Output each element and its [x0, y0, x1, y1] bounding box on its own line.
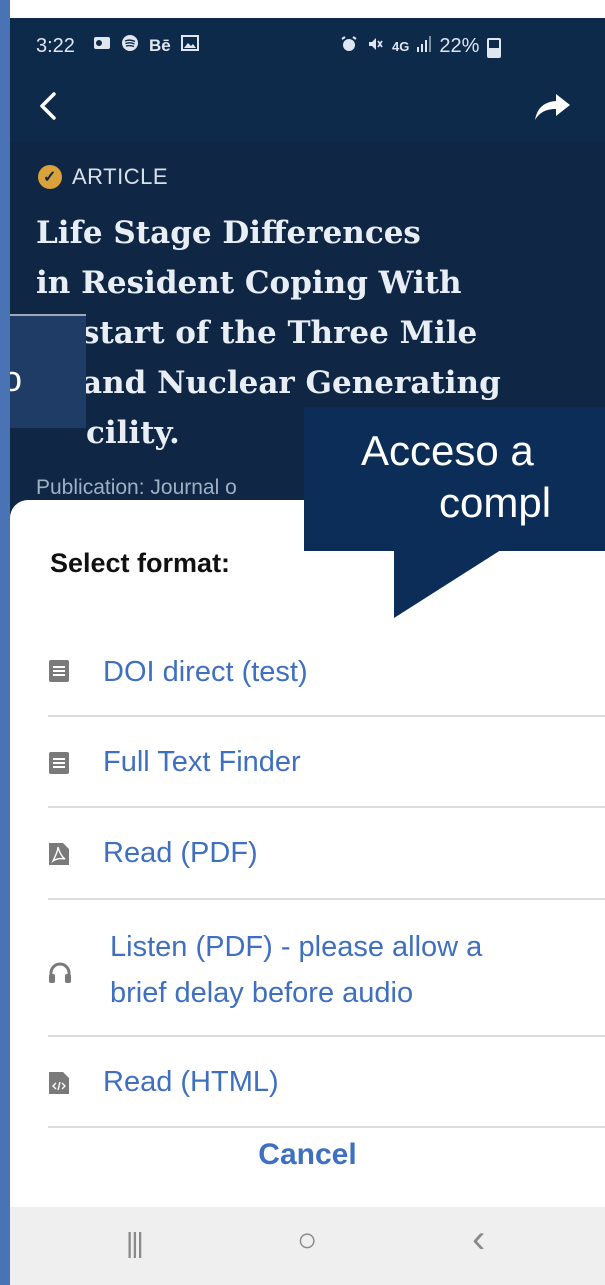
divider — [48, 1126, 605, 1128]
left-callout-overlay: o — [10, 314, 86, 428]
spotify-icon — [121, 34, 139, 57]
option-label: Full Text Finder — [103, 746, 301, 778]
lte-icon: 4G — [392, 38, 410, 54]
callout-line-2: compl — [439, 479, 552, 526]
pdf-icon — [48, 842, 72, 866]
mute-icon — [366, 35, 384, 58]
back-button[interactable] — [32, 88, 68, 124]
title-line: in Resident Coping With — [36, 265, 462, 301]
sheet-title: Select format: — [50, 548, 231, 578]
article-type: ✓ ARTICLE — [38, 164, 168, 190]
verified-badge-icon: ✓ — [38, 165, 62, 189]
status-time: 3:22 — [36, 35, 75, 57]
divider — [48, 806, 605, 808]
signal-icon — [417, 36, 432, 57]
option-label: DOI direct (test) — [103, 656, 308, 688]
option-read-pdf[interactable]: Read (PDF) — [10, 828, 605, 898]
system-icons: 4G 22% — [340, 35, 502, 58]
battery-icon — [487, 37, 502, 58]
option-doi-direct[interactable]: DOI direct (test) — [10, 645, 605, 715]
phone-screen: 3:22 Bē 4G 22% ✓ ARTICLE Life Stage Diff… — [10, 18, 605, 1285]
app-bar — [10, 72, 605, 142]
window-left-edge — [0, 0, 10, 1285]
divider — [48, 715, 605, 717]
title-line: and Nuclear Generating — [82, 365, 501, 401]
document-icon — [48, 751, 72, 775]
option-label-line1: Listen (PDF) - please allow a — [110, 931, 483, 963]
left-callout-text: o — [10, 358, 23, 399]
callout-line-1: Acceso a — [361, 427, 534, 474]
chevron-left-icon — [40, 92, 56, 120]
document-icon — [48, 659, 72, 683]
option-label: Read (HTML) — [103, 1066, 279, 1098]
option-listen-pdf[interactable]: Listen (PDF) - please allow a brief dela… — [10, 918, 605, 1034]
share-button[interactable] — [532, 90, 572, 124]
headphones-icon — [48, 962, 72, 986]
option-label: Read (PDF) — [103, 837, 258, 869]
right-callout-overlay: Acceso a compl — [304, 407, 605, 551]
gallery-icon — [180, 35, 199, 56]
cancel-button[interactable]: Cancel — [10, 1138, 605, 1172]
title-line: Life Stage Differences — [36, 215, 421, 251]
home-button[interactable]: ○ — [297, 1221, 318, 1260]
html-icon — [48, 1071, 72, 1095]
option-label-line2: brief delay before audio — [110, 977, 414, 1009]
behance-icon: Bē — [149, 35, 171, 55]
option-read-html[interactable]: Read (HTML) — [10, 1057, 605, 1127]
format-bottom-sheet: Select format: DOI direct (test) Full Te… — [10, 500, 605, 1207]
battery-percent: 22% — [439, 35, 480, 57]
back-nav-button[interactable]: ‹ — [472, 1217, 485, 1262]
status-bar: 3:22 Bē 4G 22% — [10, 18, 605, 72]
outlook-icon — [93, 35, 111, 56]
title-line: start of the Three Mile — [82, 315, 478, 351]
share-arrow-icon — [535, 94, 570, 120]
article-type-label: ARTICLE — [72, 164, 169, 189]
recents-button[interactable]: ||| — [126, 1227, 144, 1259]
option-full-text-finder[interactable]: Full Text Finder — [10, 737, 605, 807]
notification-icons: Bē — [93, 34, 199, 57]
divider — [48, 1035, 605, 1037]
divider — [48, 898, 605, 900]
alarm-icon — [340, 35, 358, 58]
window-top-edge — [10, 0, 605, 18]
publication-label: Publication: Journal o — [36, 476, 237, 499]
android-nav-bar: ||| ○ ‹ — [10, 1207, 605, 1285]
callout-tail — [394, 548, 504, 618]
